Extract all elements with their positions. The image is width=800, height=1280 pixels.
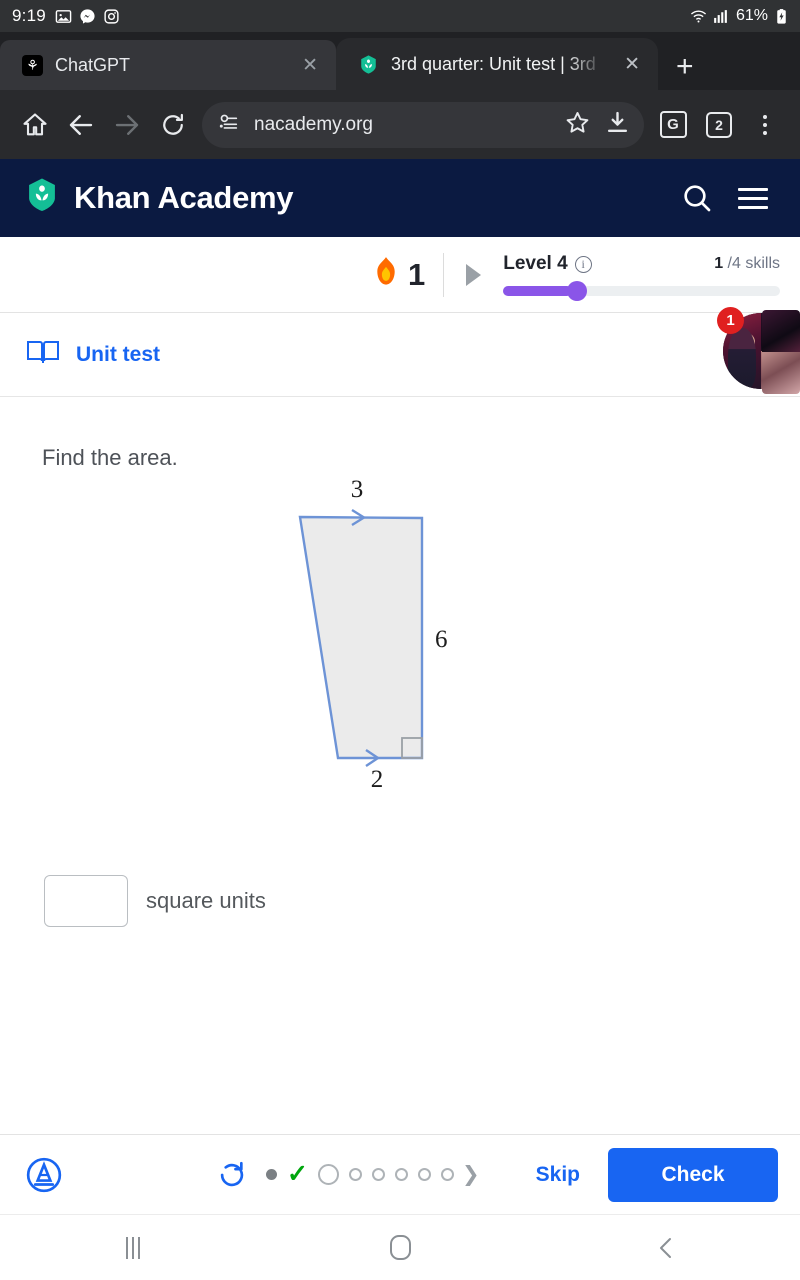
tab-switcher-button[interactable]: 2: [696, 102, 742, 148]
hamburger-menu-icon[interactable]: [730, 175, 776, 221]
home-square: [389, 1235, 411, 1260]
top-side-label: 3: [351, 479, 364, 503]
progress-dot-upcoming[interactable]: [417, 1168, 431, 1181]
level-info: Level 4 i 1 /4 skills: [503, 253, 780, 301]
tab-count-label: 2: [706, 111, 732, 138]
battery-percent: 61%: [735, 7, 768, 24]
play-triangle-icon[interactable]: [466, 263, 482, 286]
permission-key-icon[interactable]: [218, 111, 240, 138]
question-progress-indicator: ✓ ❯: [266, 1162, 480, 1187]
url-text[interactable]: nacademy.org: [254, 114, 550, 136]
khan-academy-icon: [358, 54, 379, 75]
status-clock: 9:19: [12, 6, 46, 25]
image-icon: [55, 9, 72, 23]
level-progress-bar: [503, 281, 780, 301]
skills-suffix: /4 skills: [727, 255, 780, 272]
trapezoid-figure: 3 6 2: [236, 476, 496, 814]
translate-badge: G: [659, 111, 687, 138]
tab-title: ChatGPT: [55, 54, 131, 75]
reload-icon[interactable]: [150, 102, 196, 148]
hamburger-lines: [738, 187, 768, 209]
video-call-badge[interactable]: 1: [717, 307, 744, 334]
back-arrow-icon[interactable]: [58, 102, 104, 148]
unit-test-row[interactable]: Unit test: [0, 313, 800, 397]
browser-tab-strip: ⚘ ChatGPT ✕ 3rd quarter: Unit test | 3rd…: [0, 32, 800, 90]
skills-count: 1 /4 skills: [714, 255, 780, 273]
skills-value: 1: [714, 255, 724, 272]
flame-icon: [372, 256, 400, 293]
download-icon[interactable]: [605, 110, 630, 140]
khan-academy-leaf-icon: [24, 176, 60, 221]
open-book-icon: [26, 338, 60, 371]
restart-icon[interactable]: [212, 1155, 252, 1195]
more-vertical-icon[interactable]: [742, 102, 788, 148]
progress-dot-completed[interactable]: [266, 1169, 277, 1180]
answer-input[interactable]: [44, 875, 128, 927]
search-icon[interactable]: [674, 175, 720, 221]
trapezoid-shape: [298, 515, 424, 760]
info-icon[interactable]: i: [574, 255, 592, 273]
progress-next-chevron-icon[interactable]: ❯: [462, 1162, 480, 1187]
level-progress-fill: [503, 286, 573, 296]
recents-icon[interactable]: [0, 1236, 267, 1259]
progress-dot-upcoming[interactable]: [440, 1168, 454, 1181]
star-icon[interactable]: [564, 109, 591, 141]
level-progress-row: 1 Level 4 i 1 /4 skills: [0, 237, 800, 313]
progress-dot-current[interactable]: [317, 1164, 339, 1185]
browser-toolbar: nacademy.org G 2: [0, 90, 800, 159]
khan-academy-header: Khan Academy: [0, 159, 800, 237]
progress-dot-upcoming[interactable]: [394, 1168, 408, 1181]
status-notification-icons: [55, 8, 120, 25]
browser-tab-chatgpt[interactable]: ⚘ ChatGPT ✕: [0, 40, 336, 90]
back-chevron-icon[interactable]: [533, 1236, 800, 1260]
level-top-row: Level 4 i 1 /4 skills: [503, 253, 780, 275]
level-label: Level 4: [503, 253, 568, 274]
question-prompt: Find the area.: [42, 445, 178, 470]
progress-dot-upcoming[interactable]: [348, 1168, 362, 1181]
level-progress-knob: [566, 281, 587, 301]
instagram-icon: [104, 8, 119, 24]
messenger-icon: [80, 8, 95, 24]
video-side-thumbnails[interactable]: [762, 310, 800, 394]
khan-academy-logo-link[interactable]: Khan Academy: [24, 176, 294, 221]
wifi-icon: [690, 9, 707, 22]
exercise-bottom-bar: ✓ ❯ Skip Check: [0, 1134, 800, 1214]
android-status-bar: 9:19 61%: [0, 0, 800, 32]
home-circle-icon[interactable]: [267, 1235, 534, 1260]
hint-cone-icon[interactable]: [24, 1155, 64, 1195]
video-thumbnail-1: [762, 310, 800, 352]
chatgpt-icon: ⚘: [22, 54, 43, 76]
streak-count: 1: [408, 256, 426, 292]
check-button[interactable]: Check: [608, 1147, 778, 1202]
streak-indicator[interactable]: 1: [372, 256, 425, 293]
answer-row: square units: [0, 875, 800, 927]
progress-dot-correct[interactable]: ✓: [287, 1162, 308, 1187]
address-bar[interactable]: nacademy.org: [202, 101, 644, 148]
status-system-icons: 61%: [690, 7, 790, 25]
recents-lines: [126, 1236, 141, 1259]
brand-name: Khan Academy: [74, 180, 294, 215]
answer-units-label: square units: [146, 888, 266, 913]
exercise-area: Find the area. 3 6 2 square units: [0, 397, 800, 1105]
divider: [443, 252, 445, 297]
forward-arrow-icon: [104, 102, 150, 148]
bottom-side-label: 2: [371, 766, 384, 793]
new-tab-button[interactable]: +: [658, 52, 712, 90]
battery-charging-icon: [777, 8, 786, 24]
signal-icon: [714, 9, 727, 23]
home-icon[interactable]: [12, 102, 58, 148]
video-thumbnail-2: [762, 352, 800, 394]
android-nav-bar: [0, 1214, 800, 1280]
tab-title: 3rd quarter: Unit test | 3rd: [391, 53, 596, 74]
figure-wrapper: 3 6 2: [0, 471, 800, 831]
skip-button[interactable]: Skip: [536, 1163, 580, 1187]
tab-close-icon[interactable]: ✕: [298, 52, 322, 79]
progress-dot-upcoming[interactable]: [371, 1168, 385, 1181]
browser-tab-khan-academy[interactable]: 3rd quarter: Unit test | 3rd ✕: [336, 38, 658, 90]
tab-close-icon[interactable]: ✕: [620, 51, 644, 78]
menu-dots: [763, 114, 767, 135]
right-side-label: 6: [435, 626, 448, 653]
translate-icon[interactable]: G: [650, 102, 696, 148]
unit-test-label: Unit test: [76, 342, 160, 366]
